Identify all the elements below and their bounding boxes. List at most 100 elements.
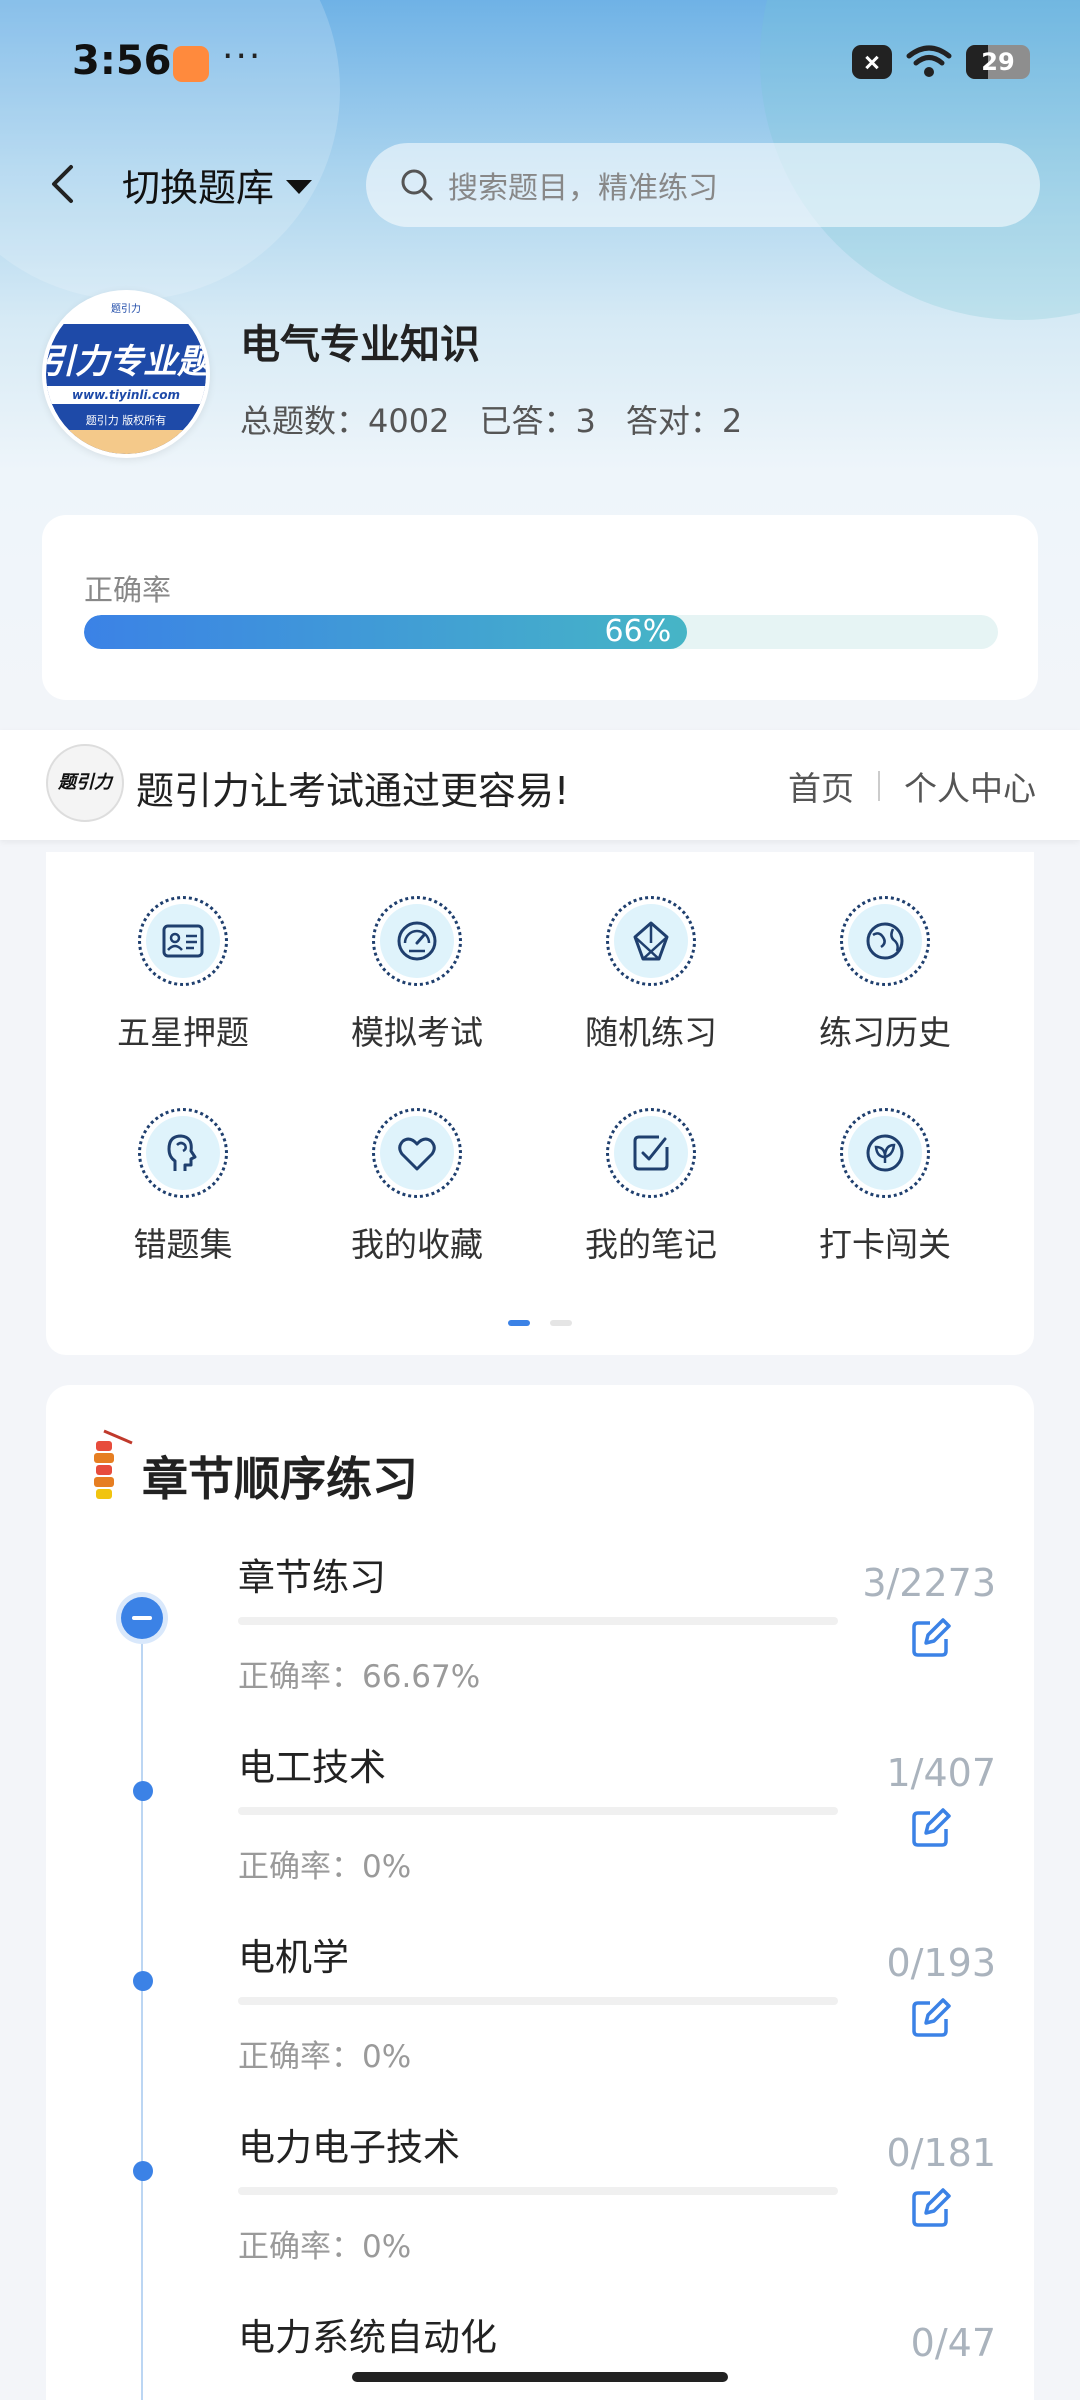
function-practice-history[interactable]: 练习历史 xyxy=(768,896,1002,1054)
pager-dot-active[interactable] xyxy=(508,1320,530,1326)
accuracy-percent: 66% xyxy=(604,615,672,649)
chapter-practice-card: 章节顺序练习 章节练习 正确率：66.67% 3/2273 电工技术 正确率：0… xyxy=(46,1385,1034,2400)
timeline-dot xyxy=(133,1971,153,1991)
chapter-section-title: 章节顺序练习 xyxy=(142,1452,418,1506)
search-placeholder: 搜索题目，精准练习 xyxy=(448,171,718,206)
chapter-accuracy: 正确率：0% xyxy=(238,2039,412,2075)
accuracy-label: 正确率 xyxy=(84,573,172,607)
banner-logo: 题引力 xyxy=(46,744,124,822)
chapter-row[interactable]: 电工技术 正确率：0% 1/407 xyxy=(46,1737,1034,1927)
chevron-left-icon xyxy=(52,165,73,203)
stat-answered: 已答：3 xyxy=(479,402,596,440)
chapter-count: 3/2273 xyxy=(862,1561,996,1605)
edit-icon[interactable] xyxy=(910,2187,952,2229)
shuffle-icon xyxy=(633,921,669,961)
wifi-icon xyxy=(906,45,952,77)
timeline-dot xyxy=(133,1781,153,1801)
chapter-row[interactable]: 电力系统自动化 0/47 xyxy=(46,2307,1034,2400)
accuracy-progress-fill: 66% xyxy=(84,615,688,649)
function-label: 我的收藏 xyxy=(351,1225,483,1264)
chapter-accuracy: 正确率：0% xyxy=(238,1849,412,1885)
grid-pager[interactable] xyxy=(508,1320,572,1326)
chapter-name: 章节练习 xyxy=(238,1556,386,1599)
firecracker-icon xyxy=(94,1429,133,1499)
function-label: 打卡闯关 xyxy=(819,1225,951,1264)
back-button[interactable] xyxy=(40,158,84,210)
subject-logo: 题引力 引力专业题 www.tiyinli.com 题引力 版权所有 xyxy=(42,290,210,458)
note-check-icon xyxy=(633,1135,669,1171)
banner-logo-mark: 题引力 xyxy=(58,772,112,793)
chapter-count: 0/193 xyxy=(886,1941,996,1985)
function-notes[interactable]: 我的笔记 xyxy=(534,1108,768,1266)
chapter-row[interactable]: 电机学 正确率：0% 0/193 xyxy=(46,1927,1034,2117)
chapter-progress-bar xyxy=(238,1617,838,1625)
function-label: 错题集 xyxy=(133,1225,233,1264)
subject-title: 电气专业知识 xyxy=(240,322,480,368)
chapter-row[interactable]: 章节练习 正确率：66.67% 3/2273 xyxy=(46,1547,1034,1737)
chapter-count: 0/47 xyxy=(910,2321,996,2365)
chapter-name: 电机学 xyxy=(238,1936,349,1979)
function-check-in[interactable]: 打卡闯关 xyxy=(768,1108,1002,1266)
chapter-progress-bar xyxy=(238,1807,838,1815)
chapter-name: 电力电子技术 xyxy=(238,2126,460,2169)
id-card-icon xyxy=(162,924,204,958)
chapter-name: 电工技术 xyxy=(238,1746,386,1789)
chapter-count: 0/181 xyxy=(886,2131,996,2175)
stat-total: 总题数：4002 xyxy=(240,402,450,440)
function-five-star[interactable]: 五星押题 xyxy=(66,896,300,1054)
function-mock-exam[interactable]: 模拟考试 xyxy=(300,896,534,1054)
stat-correct: 答对：2 xyxy=(625,402,743,440)
function-grid: 五星押题 模拟考试 随机练习 练习历史 错题集 我的收藏 我的笔记 打卡闯关 xyxy=(46,852,1034,1355)
chapter-count: 1/407 xyxy=(886,1751,996,1795)
function-wrong-questions[interactable]: 错题集 xyxy=(66,1108,300,1266)
chapter-progress-bar xyxy=(238,2187,838,2195)
logo-brand-text: 题引力 xyxy=(111,304,141,315)
chapter-accuracy: 正确率：0% xyxy=(238,2229,412,2265)
logo-band-text: 引力专业题 xyxy=(46,342,206,382)
no-sim-icon xyxy=(852,45,892,79)
logo-copyright: 题引力 版权所有 xyxy=(85,414,167,427)
function-label: 五星押题 xyxy=(117,1013,249,1052)
search-icon xyxy=(401,169,433,201)
function-random-practice[interactable]: 随机练习 xyxy=(534,896,768,1054)
switch-bank-label: 切换题库 xyxy=(122,165,275,210)
pager-dot[interactable] xyxy=(550,1320,572,1326)
gauge-icon xyxy=(397,921,437,961)
accuracy-progress-bar: 66% xyxy=(84,615,998,649)
home-link[interactable]: 首页 xyxy=(788,762,854,810)
accuracy-card: 正确率 66% xyxy=(42,515,1038,700)
function-label: 随机练习 xyxy=(585,1013,717,1052)
edit-icon[interactable] xyxy=(910,1997,952,2039)
status-indicators: 29 xyxy=(852,42,1030,82)
brain-icon xyxy=(167,1134,197,1171)
timeline-dot xyxy=(133,2161,153,2181)
leaf-badge-icon xyxy=(866,1134,904,1172)
status-time: 3:56 xyxy=(72,38,172,84)
chapter-row[interactable]: 电力电子技术 正确率：0% 0/181 xyxy=(46,2117,1034,2307)
banner-slogan: 题引力让考试通过更容易! xyxy=(136,769,570,813)
caret-down-icon xyxy=(286,180,313,194)
function-favorites[interactable]: 我的收藏 xyxy=(300,1108,534,1266)
edit-icon[interactable] xyxy=(910,1807,952,1849)
logo-url: www.tiyinli.com xyxy=(46,386,206,404)
heart-icon xyxy=(398,1137,436,1171)
function-label: 我的笔记 xyxy=(585,1225,717,1264)
chapter-progress-bar xyxy=(238,1997,838,2005)
subject-stats: 总题数：4002 已答：3 答对：2 xyxy=(240,396,742,442)
search-input[interactable]: 搜索题目，精准练习 xyxy=(366,143,1040,227)
shopping-app-icon xyxy=(173,46,209,82)
battery-level: 29 xyxy=(981,48,1015,76)
status-bar: 3:56 ··· 29 xyxy=(0,0,1080,125)
edit-icon[interactable] xyxy=(910,1617,952,1659)
collapse-toggle[interactable] xyxy=(121,1597,163,1639)
link-divider xyxy=(878,771,880,801)
switch-question-bank-button[interactable]: 切换题库 xyxy=(122,158,313,210)
chapter-name: 电力系统自动化 xyxy=(238,2316,497,2359)
chapter-accuracy: 正确率：66.67% xyxy=(238,1659,481,1695)
promo-banner: 题引力 题引力让考试通过更容易! 首页 个人中心 xyxy=(0,730,1080,840)
home-indicator[interactable] xyxy=(352,2372,728,2382)
page: 3:56 ··· 29 切换题库 搜索题目，精准练习 题引力 引力专业题 www… xyxy=(0,0,1080,2400)
personal-center-link[interactable]: 个人中心 xyxy=(904,762,1036,810)
banner-links: 首页 个人中心 xyxy=(788,762,1036,810)
function-label: 练习历史 xyxy=(819,1013,951,1052)
